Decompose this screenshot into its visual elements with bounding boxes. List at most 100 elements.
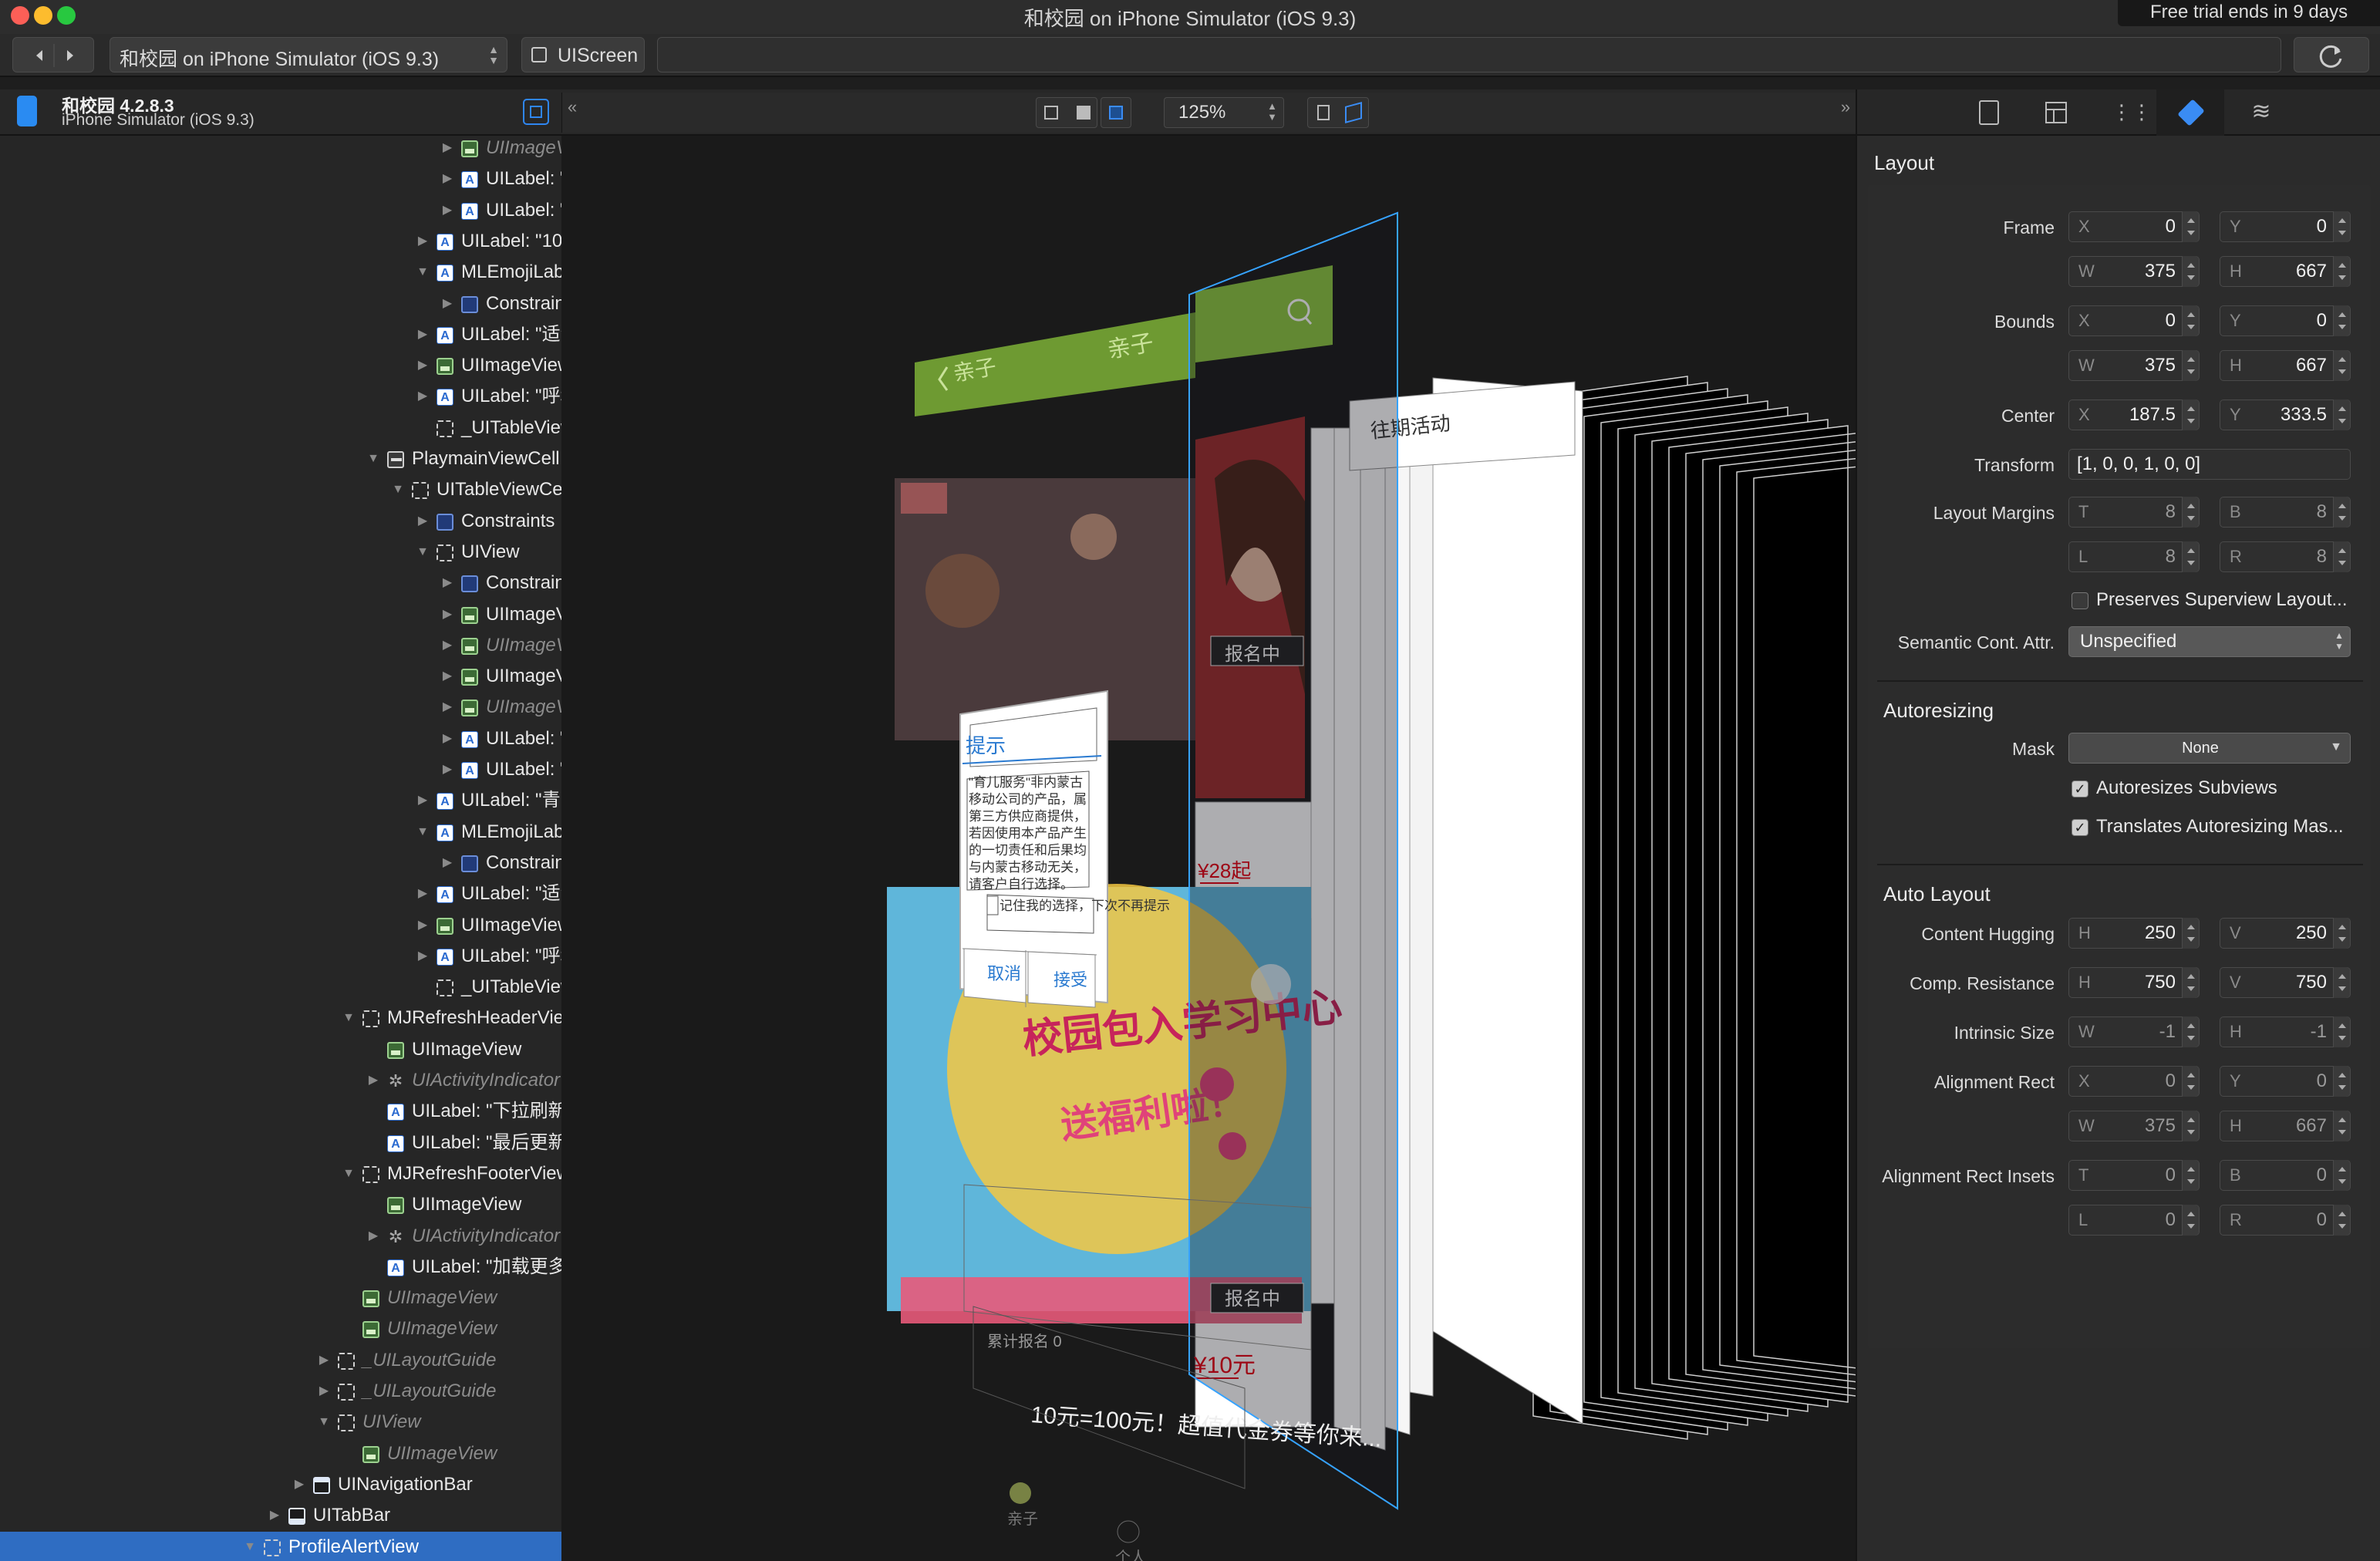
bounds-y-field[interactable]: Y0 — [2220, 305, 2351, 336]
tree-row[interactable]: ▼ UITableViewCellCont — [0, 474, 561, 505]
disclosure-closed-icon[interactable]: ▶ — [438, 568, 457, 598]
bounds-w-field[interactable]: W 375 — [2068, 350, 2200, 381]
view-canvas-3d[interactable]: 亲子 亲子 往期活动 ¥28起 ¥10元 校园包入学习中心 送福利啦！ 报名中 … — [561, 136, 1856, 1561]
disclosure-closed-icon[interactable]: ▶ — [413, 381, 432, 412]
margin-l-stepper[interactable] — [2182, 541, 2199, 572]
tree-row[interactable]: UIImageView — [0, 1313, 561, 1344]
inset-r-stepper[interactable] — [2333, 1205, 2350, 1236]
align-y-stepper[interactable] — [2333, 1066, 2350, 1097]
disclosure-closed-icon[interactable]: ▶ — [438, 754, 457, 785]
frame-h-field[interactable]: H 667 — [2220, 256, 2351, 287]
translates-checkbox[interactable]: ✓ — [2072, 819, 2088, 836]
sliders-inspector-icon[interactable]: ⋮⋮⋮ — [2112, 100, 2172, 125]
layers-inspector-icon[interactable]: ≋ — [2249, 100, 2274, 125]
inset-t-stepper[interactable] — [2182, 1160, 2199, 1191]
3d-view-icon[interactable] — [1345, 102, 1362, 123]
disclosure-closed-icon[interactable]: ▶ — [438, 136, 457, 164]
frame-x-stepper[interactable] — [2182, 211, 2199, 242]
tree-row[interactable]: ▶ UIImageView — [0, 692, 561, 723]
align-h-stepper[interactable] — [2333, 1111, 2350, 1141]
tree-row[interactable]: ▼ A MLEmojiLabel: " ¥ — [0, 817, 561, 848]
tree-row[interactable]: ▶ UITabBar — [0, 1500, 561, 1531]
disclosure-closed-icon[interactable]: ▶ — [438, 723, 457, 754]
tree-row[interactable]: ▶ A UILabel: "呼和浩特 — [0, 381, 561, 412]
tree-row[interactable]: ▶ UIImageView — [0, 630, 561, 661]
disclosure-open-icon[interactable]: ▼ — [389, 474, 407, 505]
align-h-field[interactable]: H 667 — [2220, 1111, 2351, 1141]
resistance-v-field[interactable]: V 750 — [2220, 967, 2351, 998]
file-inspector-icon[interactable] — [1979, 100, 1999, 125]
disclosure-closed-icon[interactable]: ▶ — [413, 910, 432, 941]
flat-view-icon[interactable] — [1317, 105, 1330, 120]
tree-row[interactable]: _UITableViewCellSep — [0, 413, 561, 443]
tree-row[interactable]: UIImageView — [0, 1283, 561, 1313]
align-w-field[interactable]: W 375 — [2068, 1111, 2200, 1141]
disclosure-open-icon[interactable]: ▼ — [413, 817, 432, 848]
tree-row[interactable]: _UITableViewCellSep — [0, 972, 561, 1003]
forward-arrow-icon[interactable] — [53, 37, 94, 72]
disclosure-closed-icon[interactable]: ▶ — [364, 1221, 383, 1252]
semantic-select[interactable]: Unspecified ▲ ▼ — [2068, 626, 2351, 657]
inset-t-field[interactable]: T0 — [2068, 1160, 2200, 1191]
tree-row[interactable]: ▶ A UILabel: "10元=10 — [0, 226, 561, 257]
preserves-checkbox[interactable] — [2072, 592, 2088, 609]
center-y-stepper[interactable] — [2333, 400, 2350, 430]
intrinsic-h-stepper[interactable] — [2333, 1017, 2350, 1047]
tree-row[interactable]: ▼ MJRefreshHeaderView — [0, 1003, 561, 1033]
disclosure-closed-icon[interactable]: ▶ — [438, 848, 457, 878]
disclosure-closed-icon[interactable]: ▶ — [290, 1469, 308, 1500]
disclosure-closed-icon[interactable]: ▶ — [413, 878, 432, 909]
disclosure-closed-icon[interactable]: ▶ — [265, 1500, 284, 1531]
align-y-field[interactable]: Y0 — [2220, 1066, 2351, 1097]
hugging-v-stepper[interactable] — [2333, 918, 2350, 949]
tree-row[interactable]: A UILabel: "最后更新：09 — [0, 1128, 561, 1158]
tree-row[interactable]: A UILabel: "加载更多" — [0, 1252, 561, 1283]
tree-row[interactable]: ▼ PlaymainViewCell — [0, 443, 561, 474]
center-x-stepper[interactable] — [2182, 400, 2199, 430]
tree-row[interactable]: ▼ UIView — [0, 537, 561, 568]
tree-row[interactable]: ▶✲ UIActivityIndicatorView — [0, 1221, 561, 1252]
tree-row[interactable]: ▼ ProfileAlertView — [0, 1531, 561, 1561]
frame-y-stepper[interactable] — [2333, 211, 2350, 242]
disclosure-open-icon[interactable]: ▼ — [413, 257, 432, 288]
margin-r-field[interactable]: R8 — [2220, 541, 2351, 572]
disclosure-closed-icon[interactable]: ▶ — [413, 785, 432, 816]
bounds-h-field[interactable]: H 667 — [2220, 350, 2351, 381]
tree-row[interactable]: A UILabel: "下拉刷新" — [0, 1096, 561, 1127]
tree-row[interactable]: ▶A UILabel: "报名中 — [0, 195, 561, 226]
tree-row[interactable]: ▶ Constraints — [0, 506, 561, 537]
margin-l-field[interactable]: L8 — [2068, 541, 2200, 572]
tree-row[interactable]: UIImageView — [0, 1438, 561, 1469]
inset-r-field[interactable]: R0 — [2220, 1205, 2351, 1236]
tree-row[interactable]: ▶ A UILabel: "适合5至 — [0, 878, 561, 909]
frame-w-stepper[interactable] — [2182, 256, 2199, 287]
frame-w-field[interactable]: W 375 — [2068, 256, 2200, 287]
device-selector[interactable]: 和校园 on iPhone Simulator (iOS 9.3) ▲ ▼ — [110, 37, 507, 72]
perspective-segment[interactable] — [1307, 97, 1369, 128]
align-x-field[interactable]: X0 — [2068, 1066, 2200, 1097]
resistance-v-stepper[interactable] — [2333, 967, 2350, 998]
disclosure-closed-icon[interactable]: ▶ — [438, 599, 457, 630]
transform-field[interactable]: [1, 0, 0, 1, 0, 0] — [2068, 449, 2351, 480]
margin-r-stepper[interactable] — [2333, 541, 2350, 572]
tree-row[interactable]: ▶ A UILabel: "适合3至 — [0, 319, 561, 350]
remember-checkbox[interactable] — [986, 895, 999, 915]
intrinsic-w-field[interactable]: W -1 — [2068, 1017, 2200, 1047]
disclosure-closed-icon[interactable]: ▶ — [438, 164, 457, 194]
disclosure-open-icon[interactable]: ▼ — [241, 1532, 259, 1561]
disclosure-closed-icon[interactable]: ▶ — [413, 506, 432, 537]
resistance-h-stepper[interactable] — [2182, 967, 2199, 998]
tree-row[interactable]: ▶ _UILayoutGuide — [0, 1345, 561, 1376]
wireframe-icon[interactable] — [1044, 106, 1058, 120]
combined-view-button[interactable] — [1101, 97, 1131, 128]
tree-row[interactable]: ▶ A UILabel: "呼和浩特 — [0, 941, 561, 972]
collapse-left-icon[interactable]: « — [564, 97, 581, 128]
disclosure-closed-icon[interactable]: ▶ — [364, 1065, 383, 1096]
autoresizes-checkbox[interactable]: ✓ — [2072, 780, 2088, 797]
frame-h-stepper[interactable] — [2333, 256, 2350, 287]
size-inspector-tab[interactable] — [2156, 89, 2224, 136]
disclosure-open-icon[interactable]: ▼ — [339, 1003, 358, 1033]
align-w-stepper[interactable] — [2182, 1111, 2199, 1141]
tree-row[interactable]: ▼ UIView — [0, 1407, 561, 1438]
solid-icon[interactable] — [1077, 106, 1091, 120]
